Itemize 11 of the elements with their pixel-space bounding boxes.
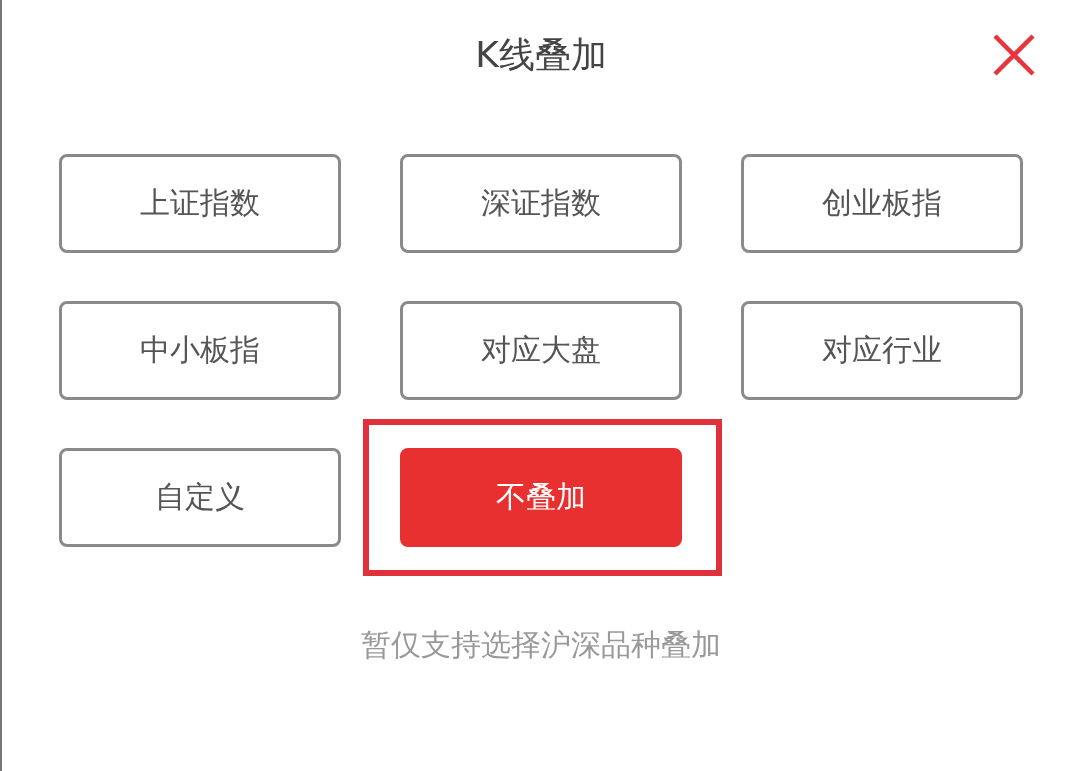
option-button[interactable]: 中小板指 <box>59 301 341 400</box>
option-button[interactable]: 创业板指 <box>741 154 1023 253</box>
hint-text: 暂仅支持选择沪深品种叠加 <box>360 626 722 664</box>
dialog-title: K线叠加 <box>475 32 607 77</box>
option-button[interactable]: 对应行业 <box>741 301 1023 400</box>
option-button[interactable]: 不叠加 <box>400 448 682 547</box>
option-button[interactable]: 自定义 <box>59 448 341 547</box>
option-button[interactable]: 对应大盘 <box>400 301 682 400</box>
option-button[interactable]: 上证指数 <box>59 154 341 253</box>
close-icon[interactable] <box>992 33 1036 77</box>
option-button[interactable]: 深证指数 <box>400 154 682 253</box>
